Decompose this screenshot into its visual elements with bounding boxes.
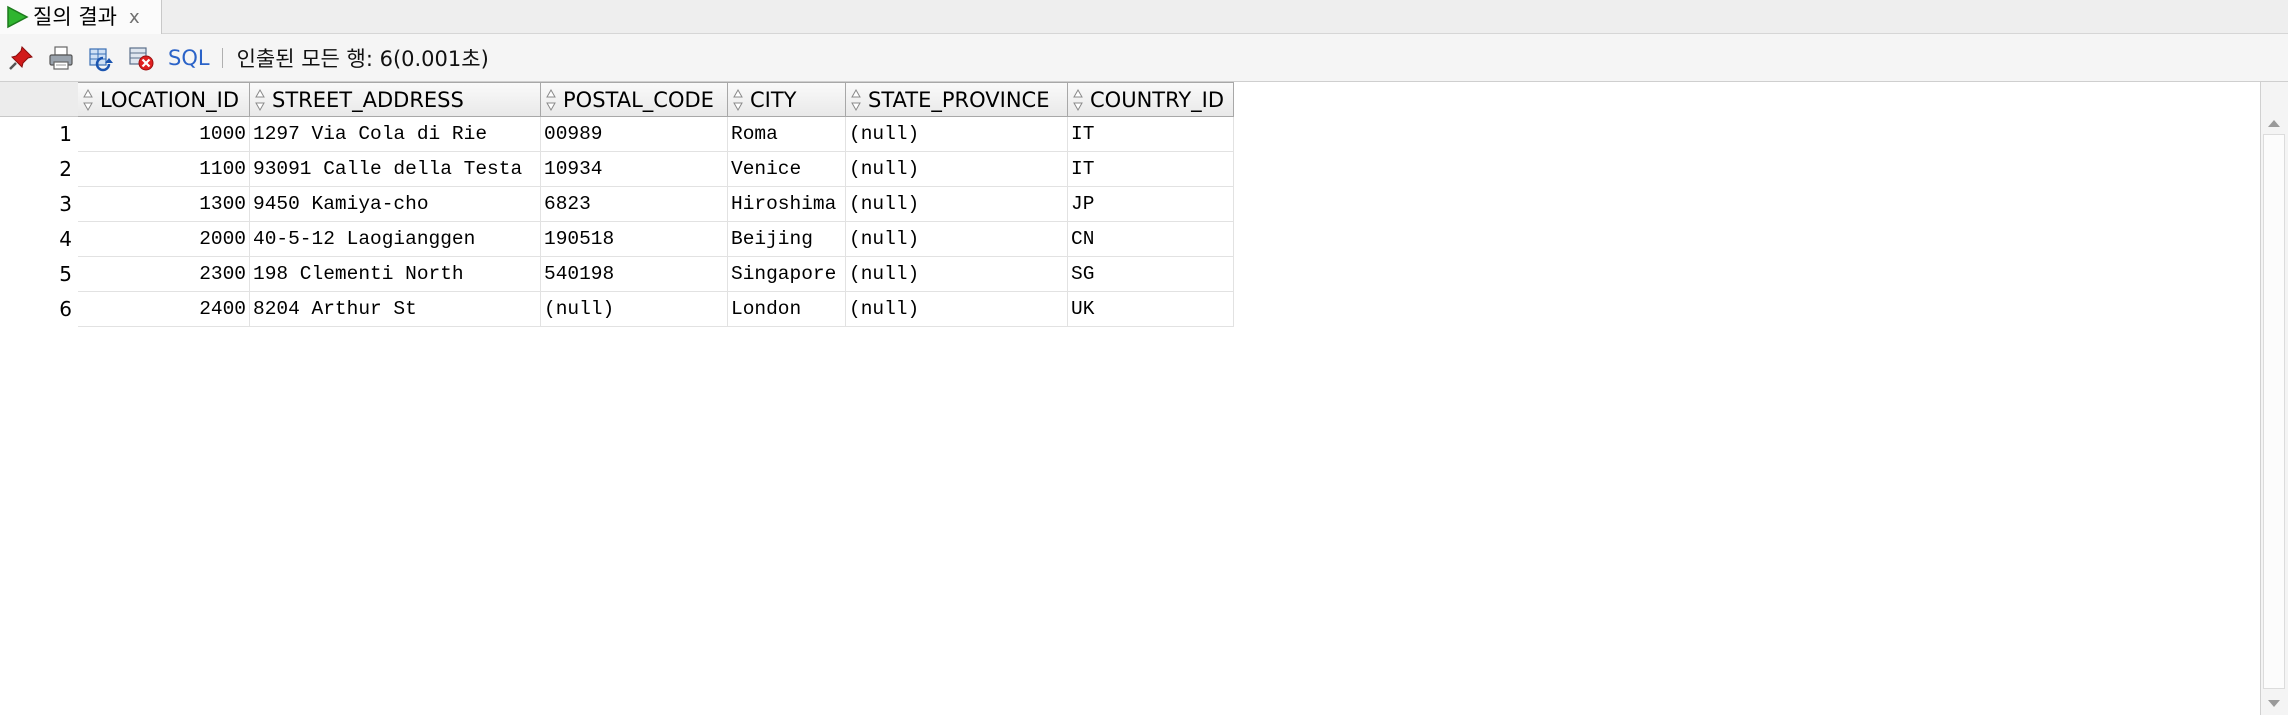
cancel-icon <box>129 46 154 70</box>
grid-header: LOCATION_ID STREET_ADDRESS POSTAL_CODE C… <box>0 82 1234 117</box>
sort-icon <box>546 88 556 111</box>
cell-city[interactable]: Roma <box>728 117 846 152</box>
results-grid: LOCATION_ID STREET_ADDRESS POSTAL_CODE C… <box>0 82 2260 715</box>
sort-icon <box>83 88 93 111</box>
refresh-icon <box>89 47 113 71</box>
row-number[interactable]: 2 <box>0 152 78 187</box>
cell-location-id[interactable]: 1300 <box>78 187 250 222</box>
cell-location-id[interactable]: 2400 <box>78 292 250 327</box>
cell-postal-code[interactable]: 540198 <box>541 257 728 292</box>
cell-city[interactable]: Venice <box>728 152 846 187</box>
sort-icon <box>733 88 743 111</box>
fetch-status: 인출된 모든 행: 6(0.001초) <box>236 46 489 71</box>
row-number[interactable]: 6 <box>0 292 78 327</box>
row-number[interactable]: 1 <box>0 117 78 152</box>
cell-state-province[interactable]: (null) <box>846 292 1068 327</box>
column-label: STATE_PROVINCE <box>868 87 1050 112</box>
cell-postal-code[interactable]: 6823 <box>541 187 728 222</box>
cell-street-address[interactable]: 8204 Arthur St <box>250 292 541 327</box>
row-number[interactable]: 3 <box>0 187 78 222</box>
column-header-country-id[interactable]: COUNTRY_ID <box>1068 82 1234 117</box>
table-row[interactable]: 3 1300 9450 Kamiya-cho 6823 Hiroshima (n… <box>0 187 1234 222</box>
tab-query-results[interactable]: 질의 결과 x <box>0 0 162 34</box>
results-tab-strip: 질의 결과 x <box>0 0 2288 34</box>
cancel-button[interactable] <box>124 41 158 75</box>
cell-postal-code[interactable]: 190518 <box>541 222 728 257</box>
column-label: LOCATION_ID <box>100 87 240 112</box>
scrollbar-thumb[interactable] <box>2263 134 2285 689</box>
sql-link[interactable]: SQL <box>168 46 210 70</box>
cell-state-province[interactable]: (null) <box>846 257 1068 292</box>
cell-country-id[interactable]: IT <box>1068 117 1234 152</box>
cell-country-id[interactable]: IT <box>1068 152 1234 187</box>
scroll-down-icon[interactable] <box>2268 700 2280 707</box>
cell-country-id[interactable]: JP <box>1068 187 1234 222</box>
cell-country-id[interactable]: SG <box>1068 257 1234 292</box>
cell-location-id[interactable]: 1100 <box>78 152 250 187</box>
table-row[interactable]: 4 2000 40-5-12 Laogianggen 190518 Beijin… <box>0 222 1234 257</box>
vertical-scrollbar[interactable] <box>2260 82 2288 715</box>
cell-state-province[interactable]: (null) <box>846 152 1068 187</box>
row-number[interactable]: 5 <box>0 257 78 292</box>
table-row[interactable]: 2 1100 93091 Calle della Testa 10934 Ven… <box>0 152 1234 187</box>
column-header-street-address[interactable]: STREET_ADDRESS <box>250 82 541 117</box>
cell-postal-code[interactable]: 00989 <box>541 117 728 152</box>
column-header-location-id[interactable]: LOCATION_ID <box>78 82 250 117</box>
close-icon[interactable]: x <box>129 7 140 28</box>
column-header-city[interactable]: CITY <box>728 82 846 117</box>
cell-street-address[interactable]: 40-5-12 Laogianggen <box>250 222 541 257</box>
cell-street-address[interactable]: 93091 Calle della Testa <box>250 152 541 187</box>
table-row[interactable]: 6 2400 8204 Arthur St (null) London (nul… <box>0 292 1234 327</box>
print-icon <box>49 45 73 70</box>
cell-postal-code[interactable]: 10934 <box>541 152 728 187</box>
run-icon <box>7 5 29 29</box>
results-toolbar: SQL 인출된 모든 행: 6(0.001초) <box>0 34 2288 82</box>
header-corner <box>0 82 78 117</box>
cell-city[interactable]: Singapore <box>728 257 846 292</box>
print-button[interactable] <box>44 41 78 75</box>
sort-icon <box>255 88 265 111</box>
sort-icon <box>1073 88 1083 111</box>
column-label: POSTAL_CODE <box>563 87 714 112</box>
cell-state-province[interactable]: (null) <box>846 222 1068 257</box>
column-label: STREET_ADDRESS <box>272 87 464 112</box>
table-row[interactable]: 1 1000 1297 Via Cola di Rie 00989 Roma (… <box>0 117 1234 152</box>
cell-street-address[interactable]: 9450 Kamiya-cho <box>250 187 541 222</box>
cell-city[interactable]: Hiroshima <box>728 187 846 222</box>
cell-location-id[interactable]: 1000 <box>78 117 250 152</box>
freeze-button[interactable] <box>4 41 38 75</box>
cell-state-province[interactable]: (null) <box>846 117 1068 152</box>
cell-street-address[interactable]: 198 Clementi North <box>250 257 541 292</box>
row-number[interactable]: 4 <box>0 222 78 257</box>
refresh-button[interactable] <box>84 41 118 75</box>
scroll-up-icon[interactable] <box>2268 120 2280 127</box>
toolbar-divider <box>221 47 223 68</box>
cell-country-id[interactable]: UK <box>1068 292 1234 327</box>
cell-street-address[interactable]: 1297 Via Cola di Rie <box>250 117 541 152</box>
column-label: COUNTRY_ID <box>1090 87 1225 112</box>
cell-city[interactable]: London <box>728 292 846 327</box>
cell-country-id[interactable]: CN <box>1068 222 1234 257</box>
column-label: CITY <box>750 87 797 112</box>
pin-icon <box>9 45 33 70</box>
cell-city[interactable]: Beijing <box>728 222 846 257</box>
cell-state-province[interactable]: (null) <box>846 187 1068 222</box>
cell-location-id[interactable]: 2000 <box>78 222 250 257</box>
cell-postal-code[interactable]: (null) <box>541 292 728 327</box>
cell-location-id[interactable]: 2300 <box>78 257 250 292</box>
column-header-state-province[interactable]: STATE_PROVINCE <box>846 82 1068 117</box>
table-row[interactable]: 5 2300 198 Clementi North 540198 Singapo… <box>0 257 1234 292</box>
column-header-postal-code[interactable]: POSTAL_CODE <box>541 82 728 117</box>
sort-icon <box>851 88 861 111</box>
tab-label: 질의 결과 <box>33 4 117 29</box>
